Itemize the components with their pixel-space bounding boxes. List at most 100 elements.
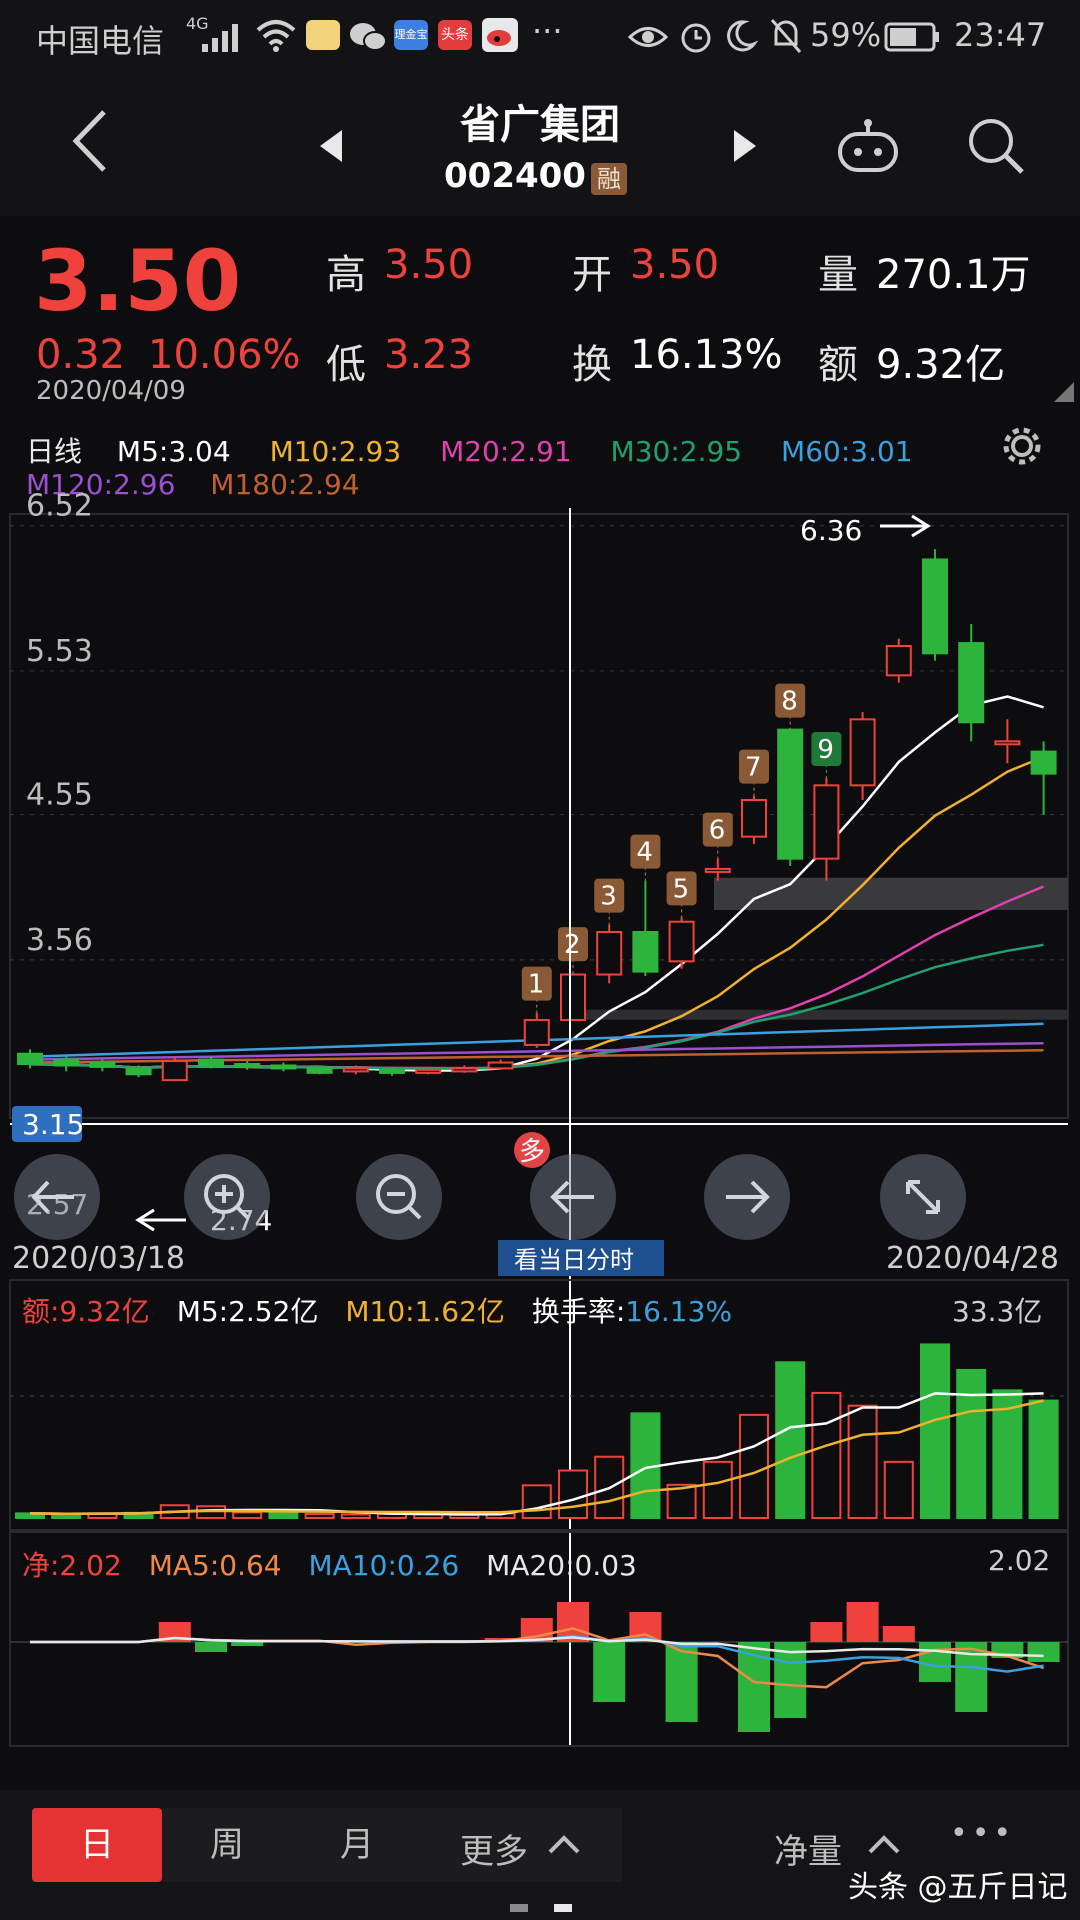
pan-left-button[interactable] [530, 1154, 616, 1240]
candle-body [487, 1061, 514, 1070]
candle-body [306, 1067, 333, 1074]
more-notifications: ··· [532, 12, 563, 50]
volume-bar [847, 1404, 878, 1519]
volume-m5-legend: M5:2.52亿 [176, 1295, 319, 1328]
battery-icon [884, 22, 939, 52]
candle-body [560, 973, 586, 1021]
amount-label: 额 [818, 342, 858, 388]
y-tick-label: 4.55 [26, 778, 93, 813]
prev-stock-icon[interactable] [316, 126, 346, 166]
flow-bar [919, 1642, 951, 1682]
volume-bar [521, 1484, 552, 1519]
volume-bar [883, 1460, 914, 1520]
fullscreen-icon [906, 1180, 940, 1214]
candle-body [451, 1067, 478, 1073]
flow-ma10-legend: MA10:0.26 [308, 1549, 460, 1582]
candle-body [813, 784, 840, 860]
count-marker-label: 4 [636, 838, 653, 868]
y-tick-label: 5.53 [26, 634, 93, 669]
flow-bar [231, 1642, 264, 1646]
alarm-icon [681, 23, 711, 53]
game-app-icon [306, 20, 340, 50]
max-arrow-icon [880, 514, 931, 538]
volume-bar [1028, 1399, 1059, 1519]
last-price: 3.50 [34, 232, 242, 330]
stock-code-row: 002400 融 [444, 156, 628, 196]
volume-bar [956, 1368, 987, 1520]
volume-bar [739, 1413, 769, 1520]
status-bar: 中国电信 4G 理金宝 头条 ··· 59% 23:47 [0, 0, 1080, 76]
mute-bell-icon [770, 19, 802, 53]
tab-week[interactable]: 周 [162, 1808, 292, 1882]
crosshair-value: 3.15 [22, 1108, 84, 1141]
fullscreen-button[interactable] [880, 1154, 966, 1240]
turnover-rate-label: 换手率: [531, 1295, 626, 1328]
candle-body [885, 645, 912, 677]
stock-code: 002400 [444, 156, 586, 196]
expand-corner-icon[interactable] [1052, 380, 1076, 404]
battery-percent: 59% [810, 16, 882, 54]
flow-bar [882, 1626, 915, 1642]
view-intraday-label: 看当日分时 [514, 1246, 634, 1274]
tab-day[interactable]: 日 [32, 1808, 162, 1882]
price-change-pct: 10.06% [148, 332, 301, 378]
flow-bar [665, 1642, 698, 1722]
open-value: 3.50 [630, 242, 720, 288]
stock-name: 省广集团 [460, 102, 620, 148]
max-price-annotation: 6.36 [800, 514, 862, 547]
zoom-out-button[interactable] [356, 1154, 442, 1240]
count-marker-label: 7 [745, 753, 762, 783]
stock-header: 省广集团 002400 融 [0, 76, 1080, 216]
volume-amount-legend: 额:9.32亿 [22, 1295, 150, 1328]
candle-body [994, 740, 1021, 746]
net-flow-legend: 净:2.02 [22, 1549, 122, 1582]
volume-bar [304, 1512, 335, 1519]
signal-icon [202, 24, 238, 52]
count-marker-label: 1 [528, 970, 545, 1000]
tab-month[interactable]: 月 [292, 1808, 422, 1882]
volume-m10-legend: M10:1.62亿 [345, 1295, 505, 1328]
volume-value: 270.1万 [876, 252, 1031, 298]
flow-ma20-legend: MA20:0.03 [486, 1549, 637, 1582]
arrow-left-icon [550, 1180, 594, 1214]
candle-body [89, 1061, 116, 1068]
page-indicator-dot-active [554, 1904, 572, 1912]
more-menu-icon[interactable]: ••• [950, 1816, 1015, 1851]
robot-assistant-icon[interactable] [836, 118, 900, 174]
zoom-in-button[interactable] [184, 1154, 270, 1240]
low-label: 低 [326, 342, 366, 388]
volume-bar [920, 1343, 950, 1520]
tab-more[interactable]: 更多 [422, 1808, 622, 1882]
tab-more-label: 更多 [460, 1832, 528, 1872]
flow-bar [195, 1642, 227, 1652]
weibo-icon [482, 18, 518, 52]
turnover-label: 换 [572, 342, 612, 388]
volume-bar [268, 1512, 299, 1519]
back-icon[interactable] [66, 106, 116, 176]
next-stock-icon[interactable] [730, 126, 760, 166]
volume-bar [775, 1361, 806, 1520]
volume-legend: 额:9.32亿 M5:2.52亿 M10:1.62亿 换手率:16.13% [22, 1290, 732, 1330]
scroll-left-button[interactable] [14, 1154, 100, 1240]
candle-body [342, 1067, 369, 1073]
watermark: 头条 @五斤日记 [848, 1870, 1068, 1905]
high-value: 3.50 [384, 242, 474, 288]
clock: 23:47 [954, 16, 1047, 54]
amount-value: 9.32亿 [876, 342, 1006, 388]
low-value: 3.23 [384, 332, 474, 378]
search-icon[interactable] [966, 116, 1026, 176]
candle-body [632, 931, 659, 973]
turnover-value: 16.13% [630, 332, 783, 378]
high-label: 高 [326, 252, 366, 298]
candle-body [922, 558, 948, 655]
pan-right-button[interactable] [704, 1154, 790, 1240]
flow-bar [593, 1642, 626, 1702]
volume-bar [340, 1513, 371, 1519]
candle-body [849, 718, 876, 787]
flow-legend: 净:2.02 MA5:0.64 MA10:0.26 MA20:0.03 [22, 1544, 637, 1584]
candle-body [379, 1068, 405, 1074]
quote-date: 2020/04/09 [36, 376, 186, 406]
volume-max-label: 33.3亿 [952, 1295, 1043, 1328]
zoom-in-icon [204, 1174, 250, 1220]
price-change: 0.32 [36, 332, 126, 378]
